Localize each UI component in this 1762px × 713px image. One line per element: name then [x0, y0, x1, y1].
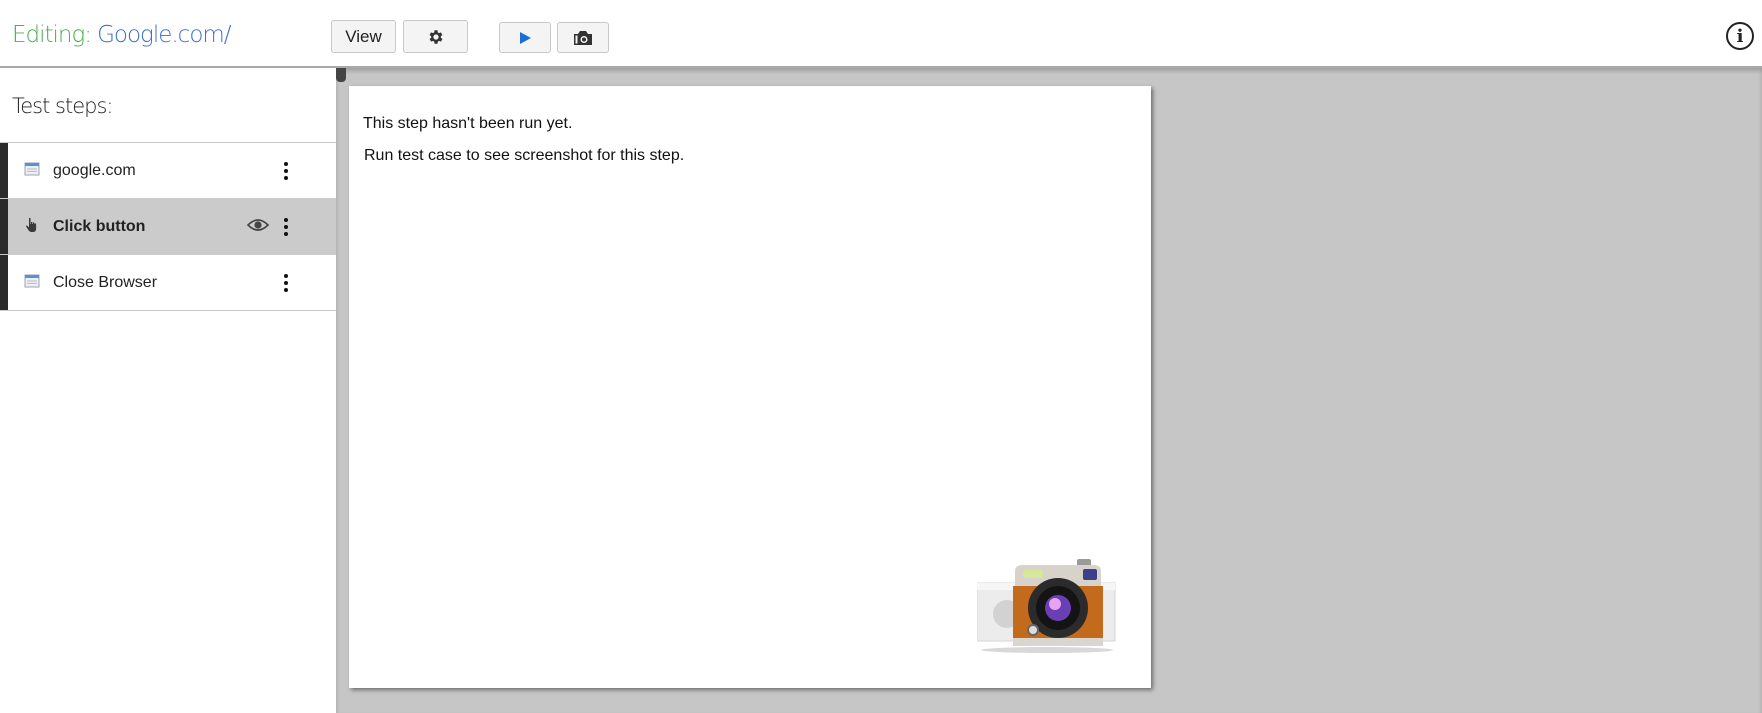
sidebar-title: Test steps: [12, 94, 113, 118]
test-steps-sidebar: Test steps: google.com Click button Clos… [0, 68, 336, 713]
editing-value[interactable]: Google.com/ [97, 22, 231, 48]
camera-icon [574, 30, 592, 45]
screenshot-stage: This step hasn't been run yet. Run test … [336, 68, 1762, 713]
info-icon-glyph: i [1736, 25, 1744, 47]
play-icon [520, 31, 531, 44]
resize-handle[interactable] [336, 68, 346, 82]
editing-label: Editing: [12, 22, 92, 48]
pointer-hand-icon [26, 217, 37, 232]
step-item-close-browser[interactable]: Close Browser [0, 255, 336, 311]
step-label: Close Browser [53, 273, 158, 291]
step-item-click-button[interactable]: Click button [0, 199, 336, 255]
camera-illustration [977, 559, 1116, 653]
page-title: Editing: Google.com/ [12, 22, 232, 48]
info-icon[interactable]: i [1726, 22, 1754, 50]
screenshot-panel: This step hasn't been run yet. Run test … [349, 86, 1151, 688]
run-hint-message: Run test case to see screenshot for this… [364, 147, 685, 164]
steps-list: google.com Click button Close Browser [0, 142, 336, 311]
step-drag-handle[interactable] [0, 143, 8, 198]
more-options-icon[interactable] [280, 160, 292, 182]
step-label: Click button [53, 217, 146, 235]
browser-window-icon [24, 162, 40, 176]
settings-button[interactable] [403, 20, 468, 53]
app-header: Editing: Google.com/ View i [0, 0, 1762, 68]
eye-icon[interactable] [247, 218, 269, 232]
view-button-label: View [345, 26, 382, 46]
view-button[interactable]: View [331, 20, 396, 53]
more-options-icon[interactable] [280, 272, 292, 294]
step-label: google.com [53, 161, 136, 179]
screenshot-button[interactable] [557, 22, 609, 53]
browser-window-icon [24, 274, 40, 288]
gear-icon [429, 29, 442, 44]
not-run-message: This step hasn't been run yet. [363, 115, 573, 132]
more-options-icon[interactable] [280, 216, 292, 238]
run-button[interactable] [499, 22, 551, 53]
step-drag-handle[interactable] [0, 255, 8, 310]
step-drag-handle[interactable] [0, 199, 8, 254]
step-item-google-com[interactable]: google.com [0, 143, 336, 199]
